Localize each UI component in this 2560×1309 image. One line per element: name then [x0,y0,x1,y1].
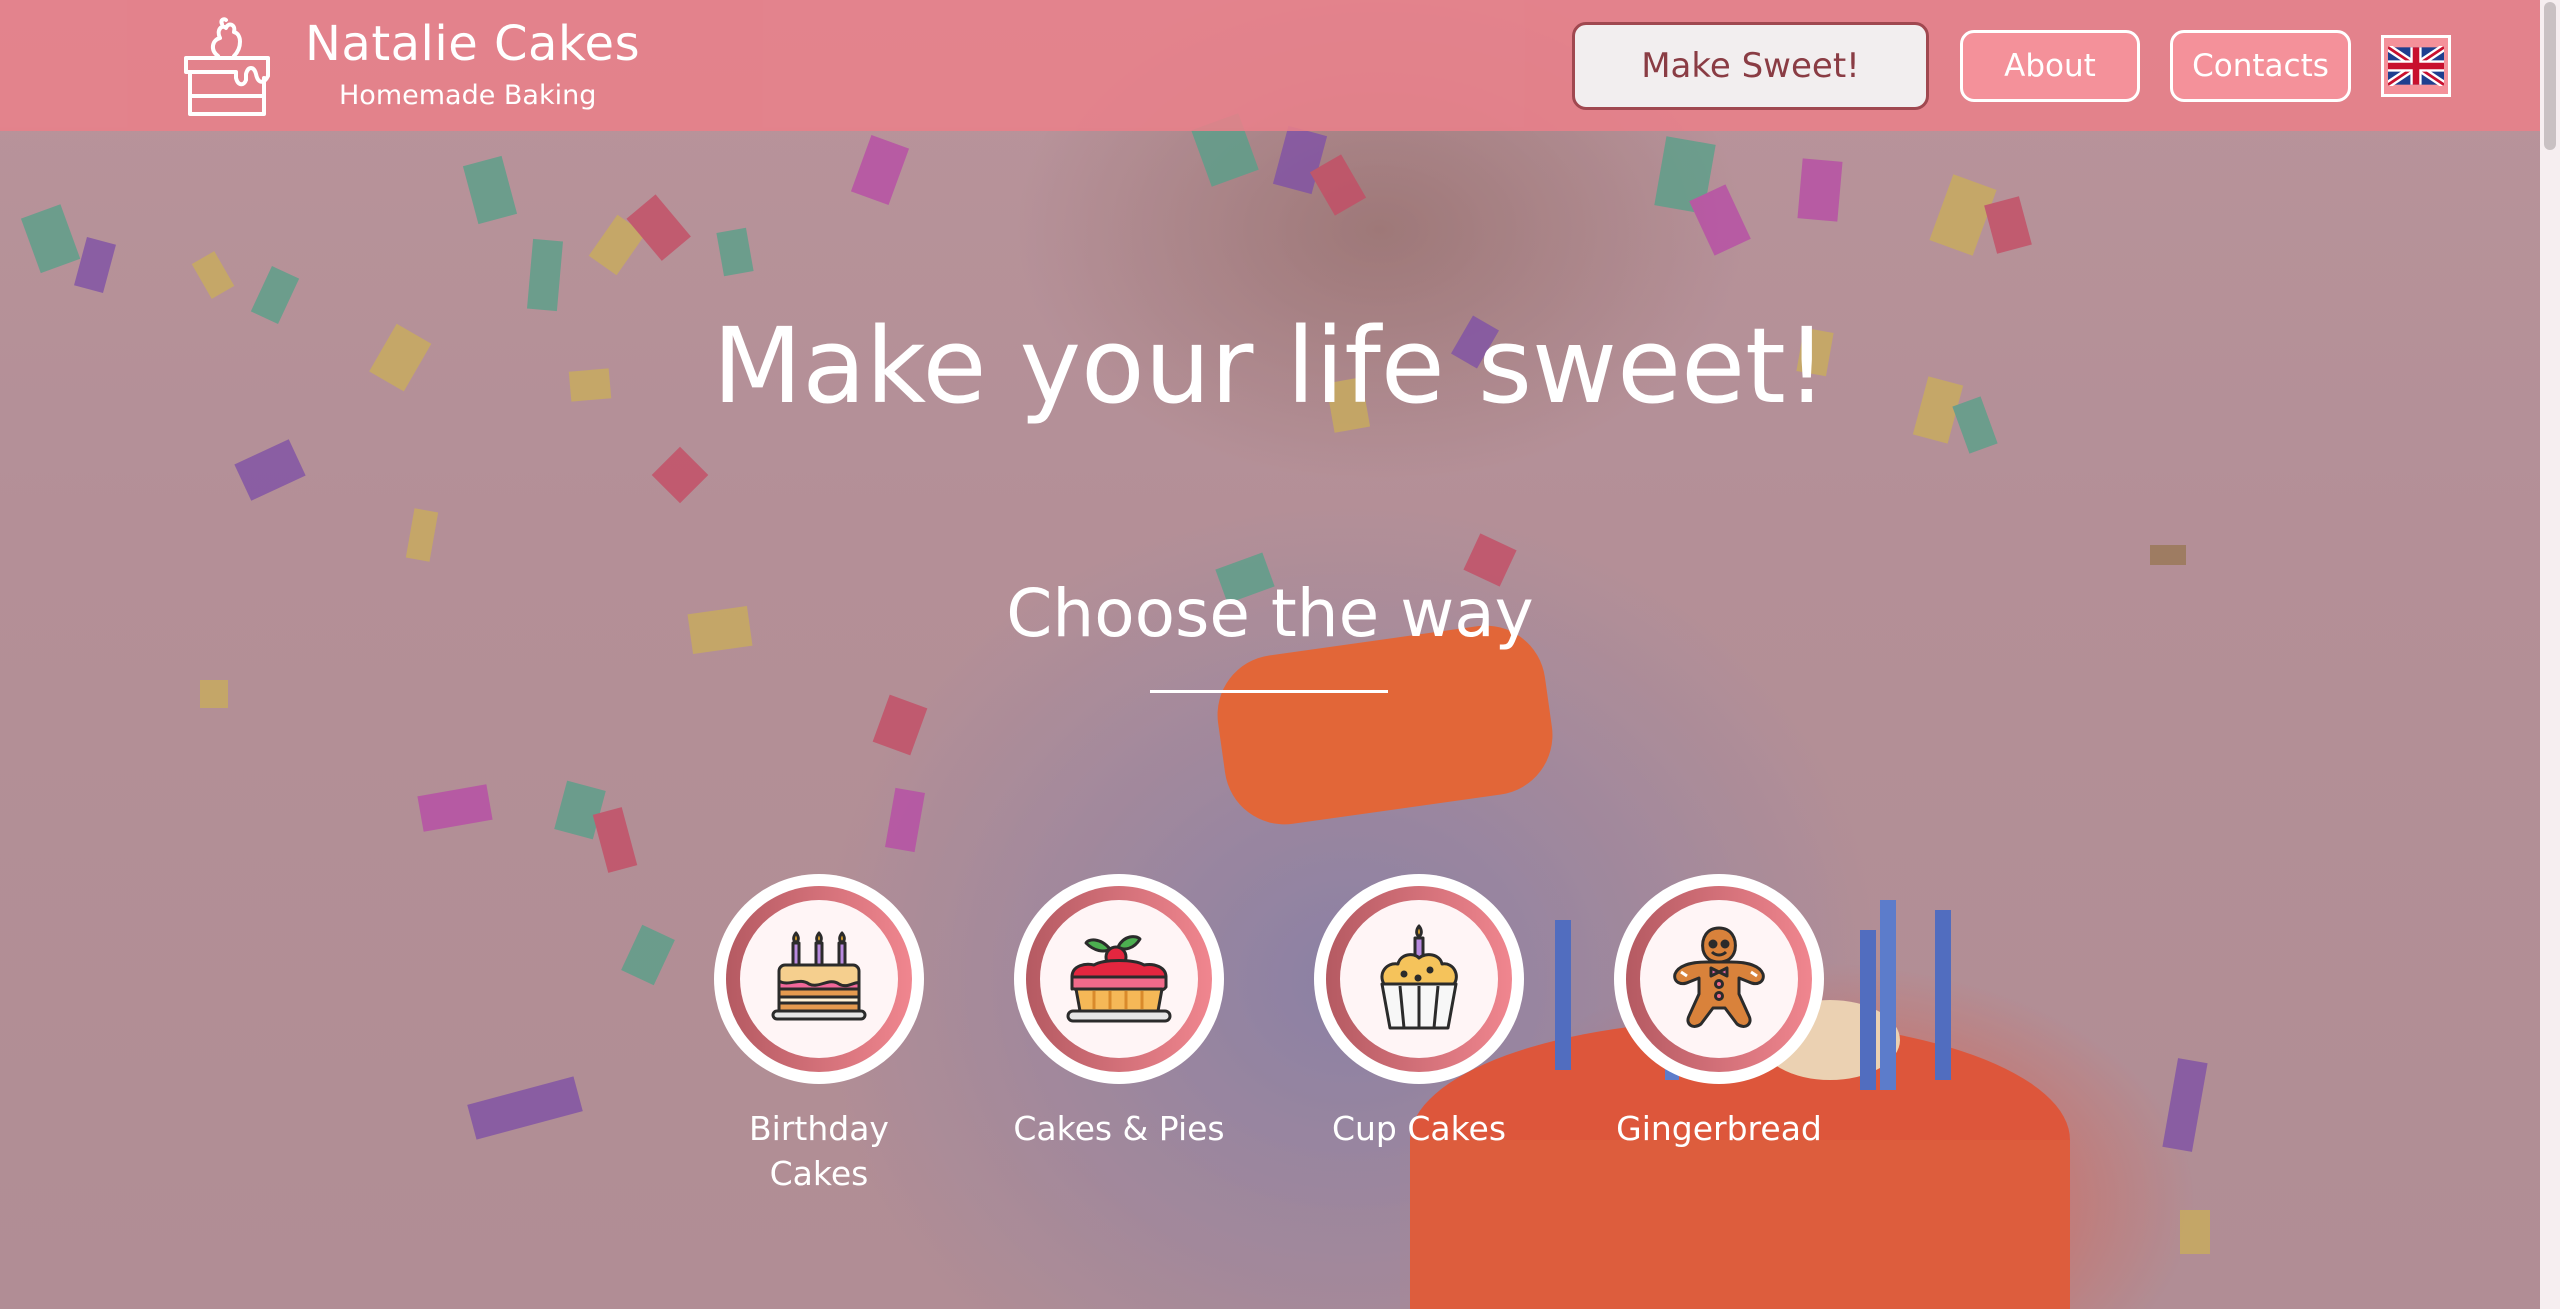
site-header: Natalie Cakes Homemade Baking Make Sweet… [0,0,2540,131]
brand-tagline: Homemade Baking [339,80,597,111]
cake-logo-icon[interactable] [178,14,276,118]
page: Natalie Cakes Homemade Baking Make Sweet… [0,0,2560,1309]
make-sweet-button[interactable]: Make Sweet! [1572,22,1929,110]
language-selector[interactable] [2381,35,2451,97]
category-birthday-cakes[interactable]: Birthday Cakes [714,874,924,1196]
brand-name[interactable]: Natalie Cakes [305,16,640,72]
hero-subtitle: Choose the way [1006,575,1534,652]
category-label[interactable]: Cup Cakes [1299,1106,1539,1151]
hero-title: Make your life sweet! [712,305,1828,427]
category-label[interactable]: Birthday Cakes [699,1106,939,1196]
uk-flag-icon [2388,46,2444,86]
hero-overlay [0,0,2540,1309]
category-cup-cakes[interactable]: Cup Cakes [1314,874,1524,1151]
about-button[interactable]: About [1960,30,2140,102]
category-circle[interactable] [1014,874,1224,1084]
category-label[interactable]: Cakes & Pies [999,1106,1239,1151]
birthday-cake-icon [771,931,867,1021]
category-circle[interactable] [1314,874,1524,1084]
category-label[interactable]: Gingerbread [1599,1106,1839,1151]
cake-pie-icon [1066,935,1172,1023]
vertical-scrollbar[interactable] [2540,0,2560,1309]
category-cakes-pies[interactable]: Cakes & Pies [1013,874,1225,1151]
cupcake-icon [1380,924,1458,1030]
subtitle-divider [1150,690,1388,693]
category-circle[interactable] [714,874,924,1084]
category-circle[interactable] [1614,874,1824,1084]
gingerbread-icon [1673,926,1765,1028]
contacts-button[interactable]: Contacts [2170,30,2351,102]
category-gingerbread[interactable]: Gingerbread [1614,874,1824,1151]
scrollbar-thumb[interactable] [2544,2,2556,150]
